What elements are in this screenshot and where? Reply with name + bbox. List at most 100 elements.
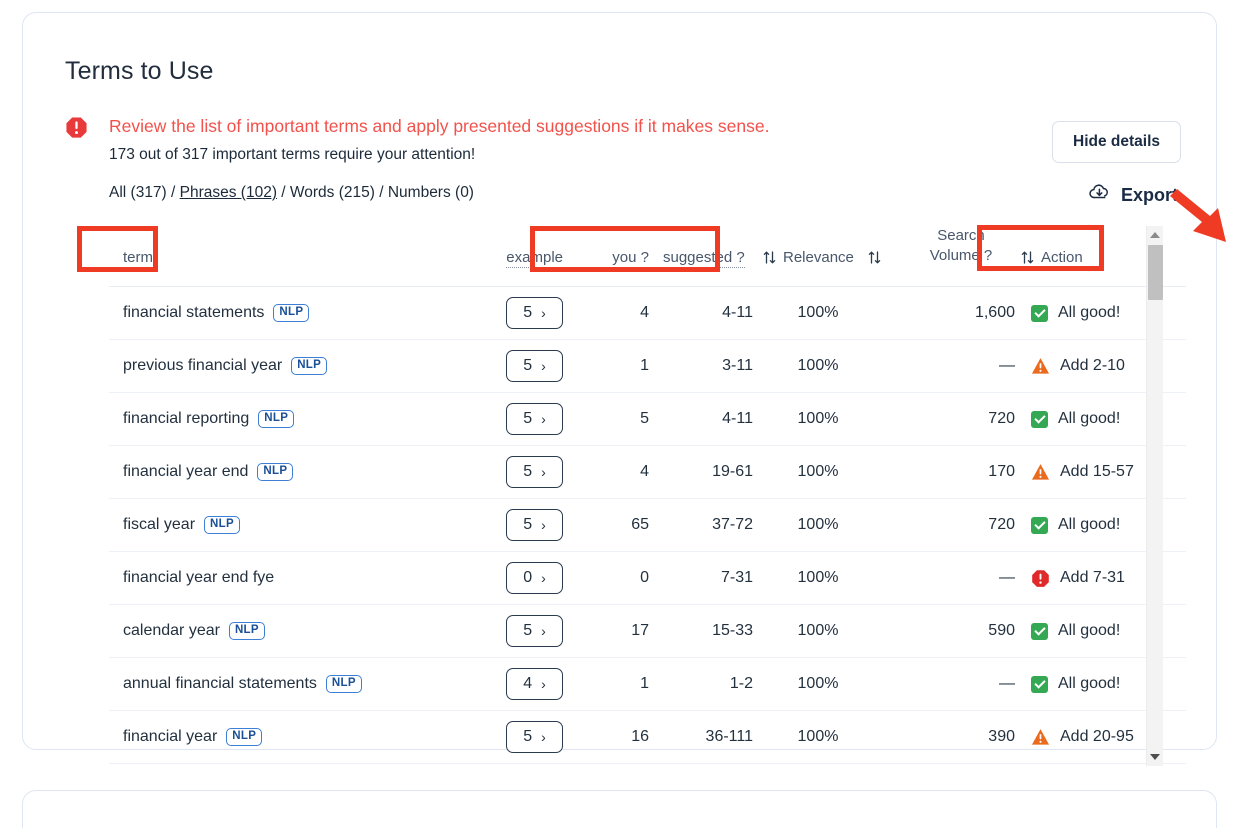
nlp-badge: NLP [258, 409, 295, 429]
action-label: All good! [1058, 410, 1121, 427]
status-warning-icon [1031, 463, 1050, 481]
sort-arrows-icon-relevance-2[interactable] [868, 250, 881, 265]
column-header-suggested[interactable]: suggested ? [653, 226, 763, 287]
example-count: 5 [523, 516, 533, 533]
term-label: previous financial year [123, 357, 283, 374]
cell-suggested: 1-2 [653, 657, 763, 711]
cell-relevance: 100% [763, 657, 901, 711]
filter-all[interactable]: All (317) [109, 184, 167, 201]
cell-you: 4 [579, 445, 653, 499]
cell-search-volume: 720 [901, 498, 1021, 552]
alert-headline: Review the list of important terms and a… [109, 116, 770, 136]
status-warning-icon [1031, 728, 1050, 746]
scrollbar-thumb[interactable] [1148, 245, 1163, 300]
example-button[interactable]: 5 › [506, 509, 563, 541]
cell-search-volume: 1,600 [901, 286, 1021, 340]
example-button[interactable]: 4 › [506, 668, 563, 700]
table-row[interactable]: financial year NLP 5 › 16 36-111 100% 390 Add 20… [109, 710, 1186, 764]
terms-to-use-card: Terms to Use Review the list of importan… [22, 12, 1217, 766]
example-button[interactable]: 5 › [506, 721, 563, 753]
example-button[interactable]: 5 › [506, 350, 563, 382]
cell-search-volume: 590 [901, 604, 1021, 658]
column-header-relevance[interactable]: Relevance [763, 226, 901, 287]
cell-example: 5 › [467, 498, 579, 552]
chevron-right-icon: › [541, 517, 546, 533]
page-title: Terms to Use [65, 57, 214, 85]
column-header-example[interactable]: example [467, 226, 579, 287]
cell-suggested: 7-31 [653, 551, 763, 605]
example-button[interactable]: 5 › [506, 615, 563, 647]
column-header-example-label: example [506, 249, 563, 268]
cell-you: 1 [579, 339, 653, 393]
filter-phrases[interactable]: Phrases (102) [180, 184, 277, 201]
term-label: financial year [123, 728, 218, 745]
cell-you: 17 [579, 604, 653, 658]
cell-example: 0 › [467, 551, 579, 605]
example-count: 5 [523, 304, 533, 321]
scroll-down-arrow-icon[interactable] [1150, 754, 1160, 760]
nlp-badge: NLP [228, 621, 265, 641]
column-header-search-volume[interactable]: Search Volume ? [901, 226, 1021, 287]
example-count: 5 [523, 622, 533, 639]
cell-search-volume: — [901, 657, 1021, 711]
cell-search-volume: — [901, 551, 1021, 605]
cloud-download-icon [1088, 181, 1111, 209]
terms-table: term example you ? suggested ? Relevance… [109, 226, 1186, 764]
cell-suggested: 36-111 [653, 710, 763, 764]
status-warning-icon [1031, 357, 1050, 375]
cell-suggested: 4-11 [653, 392, 763, 446]
term-label: fiscal year [123, 516, 196, 533]
column-header-suggested-label: suggested ? [663, 249, 745, 268]
page-root: Terms to Use Review the list of importan… [0, 0, 1239, 828]
table-row[interactable]: annual financial statements NLP 4 › 1 1-2 100%… [109, 657, 1186, 711]
table-row[interactable]: financial statements NLP 5 › 4 4-11 100% 1,600 A… [109, 286, 1186, 340]
example-button[interactable]: 0 › [506, 562, 563, 594]
example-button[interactable]: 5 › [506, 297, 563, 329]
sort-arrows-icon-relevance[interactable] [763, 250, 776, 265]
cell-term: financial statements NLP [109, 286, 467, 340]
cell-relevance: 100% [763, 498, 901, 552]
example-count: 5 [523, 463, 533, 480]
scroll-up-arrow-icon[interactable] [1150, 232, 1160, 238]
action-label: All good! [1058, 516, 1121, 533]
action-label: All good! [1058, 622, 1121, 639]
cell-example: 5 › [467, 286, 579, 340]
sort-arrows-icon-action[interactable] [1021, 250, 1034, 265]
status-ok-icon [1031, 410, 1048, 428]
cell-suggested: 3-11 [653, 339, 763, 393]
cell-suggested: 37-72 [653, 498, 763, 552]
action-label: Add 20-95 [1060, 728, 1134, 745]
table-row[interactable]: financial year end NLP 5 › 4 19-61 100% 170 Add … [109, 445, 1186, 499]
filter-numbers[interactable]: Numbers (0) [388, 184, 474, 201]
hide-details-button[interactable]: Hide details [1052, 121, 1181, 163]
cell-relevance: 100% [763, 551, 901, 605]
nlp-badge: NLP [325, 674, 362, 694]
table-body: financial statements NLP 5 › 4 4-11 100% 1,600 A… [109, 286, 1186, 764]
table-row[interactable]: financial year end fye 0 › 0 7-31 100% — Add 7-… [109, 551, 1186, 605]
cell-term: financial year end NLP [109, 445, 467, 499]
cell-example: 4 › [467, 657, 579, 711]
table-row[interactable]: previous financial year NLP 5 › 1 3-11 100% — Ad… [109, 339, 1186, 393]
filter-words[interactable]: Words (215) [290, 184, 375, 201]
table-scrollbar[interactable] [1146, 226, 1163, 766]
nlp-badge: NLP [257, 462, 294, 482]
table-row[interactable]: fiscal year NLP 5 › 65 37-72 100% 720 All good! [109, 498, 1186, 552]
export-button[interactable]: Export [1088, 181, 1178, 209]
cell-term: fiscal year NLP [109, 498, 467, 552]
example-button[interactable]: 5 › [506, 403, 563, 435]
table-row[interactable]: calendar year NLP 5 › 17 15-33 100% 590 All good… [109, 604, 1186, 658]
column-header-term-label: term [123, 249, 153, 268]
cell-search-volume: 170 [901, 445, 1021, 499]
cell-search-volume: 390 [901, 710, 1021, 764]
cell-you: 16 [579, 710, 653, 764]
cell-relevance: 100% [763, 392, 901, 446]
action-label: Add 15-57 [1060, 463, 1134, 480]
action-label: Add 7-31 [1060, 569, 1125, 586]
column-header-term[interactable]: term [109, 226, 467, 287]
cell-suggested: 19-61 [653, 445, 763, 499]
column-header-you-label: you ? [612, 249, 649, 268]
column-header-you[interactable]: you ? [579, 226, 653, 287]
table-row[interactable]: financial reporting NLP 5 › 5 4-11 100% 720 All … [109, 392, 1186, 446]
cell-relevance: 100% [763, 339, 901, 393]
example-button[interactable]: 5 › [506, 456, 563, 488]
